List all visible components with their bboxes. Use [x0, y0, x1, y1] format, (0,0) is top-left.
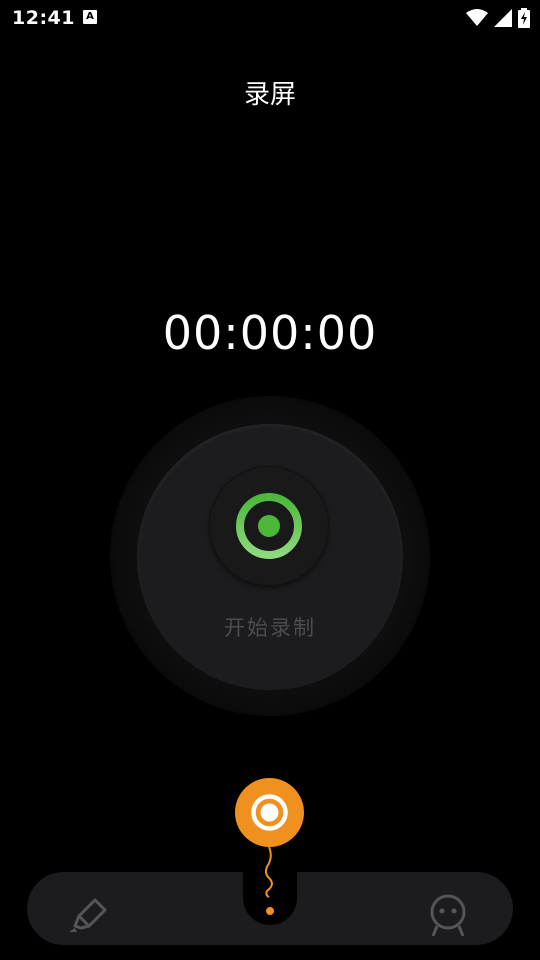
brush-icon[interactable] [67, 894, 111, 936]
notification-a-icon: A [83, 10, 97, 24]
status-time: 12:41 [12, 7, 75, 29]
balloon-string [264, 846, 274, 915]
signal-icon [494, 9, 512, 27]
record-icon [236, 493, 302, 559]
start-recording-label: 开始录制 [224, 616, 316, 640]
robot-icon[interactable] [425, 892, 471, 940]
status-icons [466, 7, 530, 29]
status-bar: 12:41 A [0, 0, 540, 36]
screen-record-icon [251, 794, 288, 831]
start-recording-button[interactable]: 开始录制 [137, 424, 403, 690]
screen-record-nav-button[interactable] [235, 778, 304, 847]
page-title: 录屏 [243, 80, 296, 110]
wifi-icon [466, 9, 488, 26]
record-icon-ring [209, 466, 329, 586]
recording-timer: 00:00:00 [162, 306, 378, 360]
battery-charging-icon [518, 8, 530, 28]
